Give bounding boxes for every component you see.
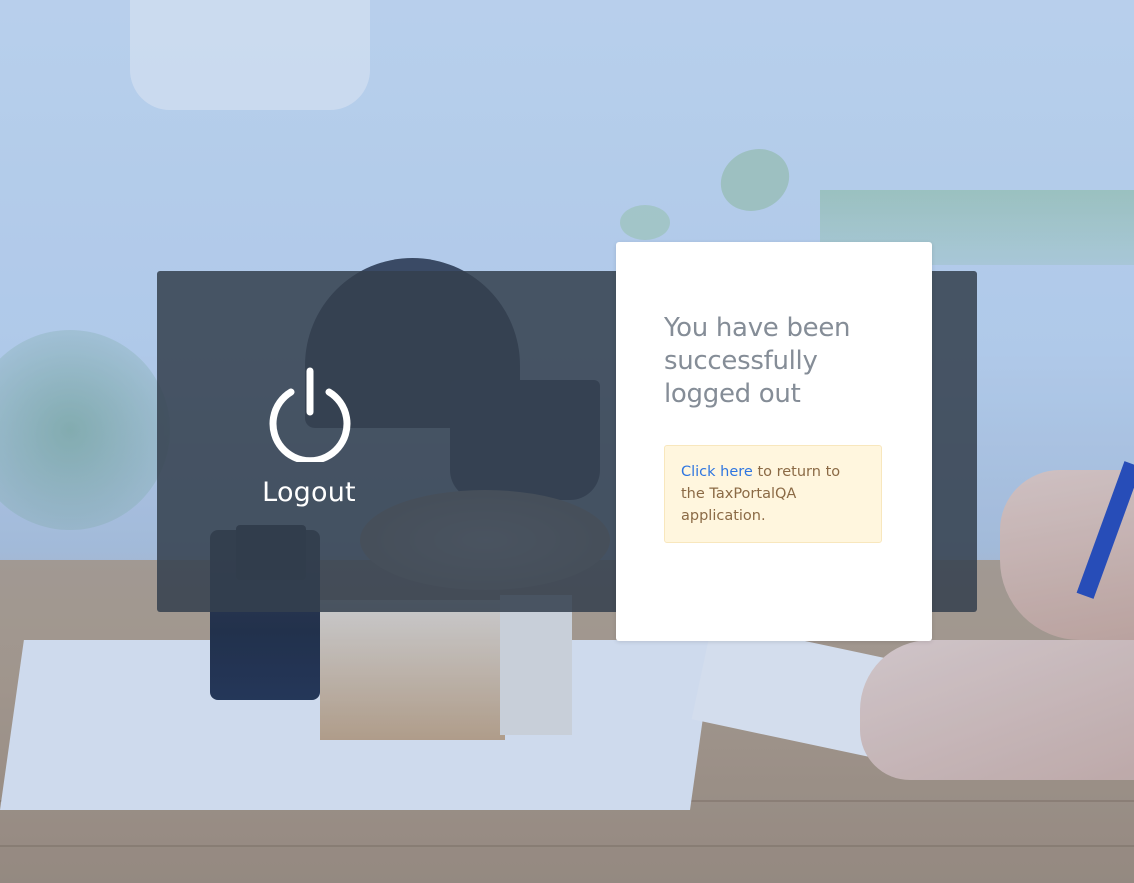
logout-label: Logout xyxy=(262,477,356,508)
logout-card: You have been successfully logged out Cl… xyxy=(616,242,932,641)
power-icon xyxy=(269,367,351,462)
click-here-link[interactable]: Click here xyxy=(681,464,753,480)
logout-section: Logout xyxy=(157,271,461,612)
logout-message: You have been successfully logged out xyxy=(664,313,851,409)
return-notice: Click here to return to the TaxPortalQA … xyxy=(664,445,882,543)
